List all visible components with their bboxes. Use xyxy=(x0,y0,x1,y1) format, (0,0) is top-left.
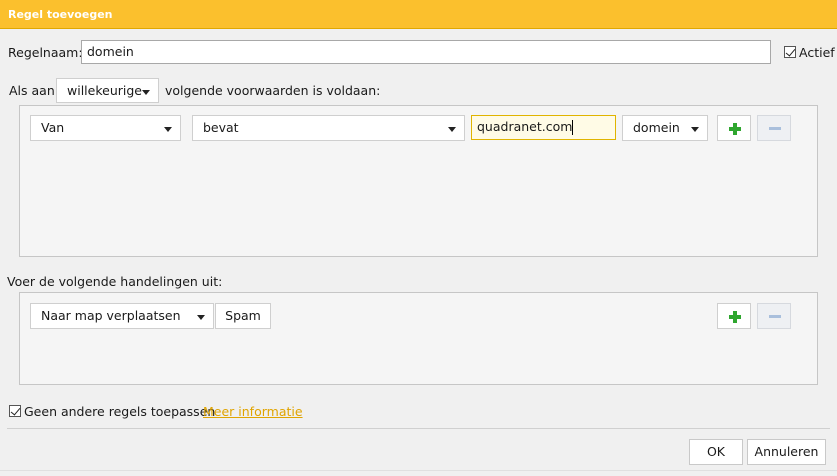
cancel-button[interactable]: Annuleren xyxy=(747,439,826,465)
condition-value-input[interactable]: quadranet.com xyxy=(471,115,616,140)
remove-action-button[interactable] xyxy=(757,303,791,329)
chevron-down-icon xyxy=(197,315,205,320)
condition-value-text: quadranet.com xyxy=(477,119,573,134)
active-label: Actief xyxy=(799,45,835,60)
match-mode-value: willekeurige xyxy=(67,83,142,98)
active-checkbox[interactable] xyxy=(784,46,796,58)
add-action-button[interactable] xyxy=(717,303,751,329)
more-info-link[interactable]: Meer informatie xyxy=(203,404,303,419)
condition-scope-select[interactable]: domein xyxy=(622,115,708,141)
minus-icon xyxy=(769,315,781,318)
ok-button[interactable]: OK xyxy=(689,439,743,465)
dialog-title: Regel toevoegen xyxy=(8,8,113,21)
footer-separator xyxy=(7,428,830,429)
stop-rules-label: Geen andere regels toepassen xyxy=(24,404,216,419)
chevron-down-icon xyxy=(164,127,172,132)
chevron-down-icon xyxy=(448,127,456,132)
conditions-prefix: Als aan xyxy=(9,83,55,98)
chevron-down-icon xyxy=(691,127,699,132)
target-folder-button[interactable]: Spam xyxy=(215,303,271,329)
condition-field-select[interactable]: Van xyxy=(30,115,181,141)
add-condition-button[interactable] xyxy=(717,115,751,141)
action-value: Naar map verplaatsen xyxy=(41,308,181,323)
conditions-suffix: volgende voorwaarden is voldaan: xyxy=(165,83,381,98)
title-bar: Regel toevoegen xyxy=(0,0,837,29)
chevron-down-icon xyxy=(142,90,150,95)
rule-name-label: Regelnaam: xyxy=(8,45,83,60)
plus-icon xyxy=(729,311,741,323)
condition-scope-value: domein xyxy=(633,120,680,135)
condition-operator-select[interactable]: bevat xyxy=(192,115,465,141)
stop-rules-checkbox[interactable] xyxy=(9,405,21,417)
condition-field-value: Van xyxy=(41,120,65,135)
rule-name-input[interactable]: domein xyxy=(81,40,771,64)
actions-heading: Voer de volgende handelingen uit: xyxy=(7,274,223,289)
action-select[interactable]: Naar map verplaatsen xyxy=(30,303,214,329)
window-bottom-edge xyxy=(0,470,837,476)
condition-operator-value: bevat xyxy=(203,120,239,135)
plus-icon xyxy=(729,123,741,135)
match-mode-select[interactable]: willekeurige xyxy=(56,78,159,103)
text-cursor xyxy=(572,120,574,135)
minus-icon xyxy=(769,127,781,130)
remove-condition-button[interactable] xyxy=(757,115,791,141)
